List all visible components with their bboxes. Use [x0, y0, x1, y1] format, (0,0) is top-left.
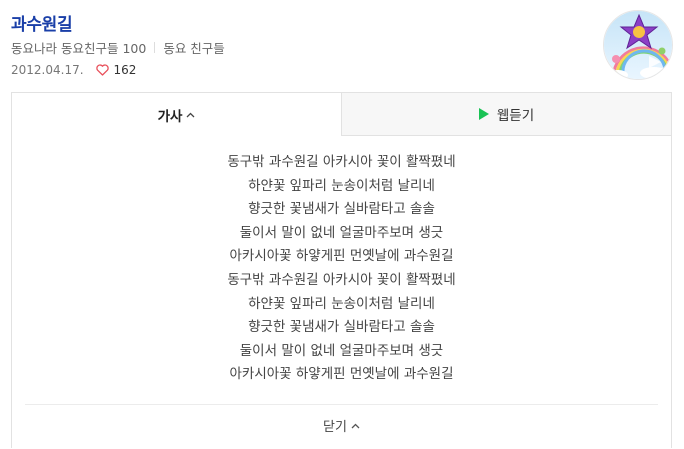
lyric-line: 둘이서 말이 없네 얼굴마주보며 생긋 — [239, 224, 444, 241]
lyrics-text: 동구밖 과수원길 아카시아 꽃이 활짝폈네 하얀꽃 잎파리 눈송이처럼 날리네 … — [12, 151, 671, 387]
artist-link[interactable]: 동요 친구들 — [163, 38, 224, 57]
lyric-line: 하얀꽃 잎파리 눈송이처럼 날리네 — [248, 295, 435, 312]
like-count: 162 — [113, 63, 137, 77]
lyric-line: 하얀꽃 잎파리 눈송이처럼 날리네 — [248, 177, 435, 194]
song-title[interactable]: 과수원길 — [11, 10, 73, 35]
tab-lyrics-label: 가사 — [157, 108, 183, 125]
album-link[interactable]: 동요나라 동요친구들 100 — [11, 38, 146, 57]
chevron-up-icon — [351, 423, 360, 429]
tab-bar: 가사 웹듣기 — [12, 93, 671, 136]
tab-web-listen-label: 웹듣기 — [496, 108, 535, 124]
lyric-line: 향긋한 꽃냄새가 실바람타고 솔솔 — [248, 319, 435, 336]
lyric-line: 향긋한 꽃냄새가 실바람타고 솔솔 — [248, 201, 435, 218]
heart-icon[interactable] — [95, 64, 109, 76]
tab-web-listen[interactable]: 웹듣기 — [341, 93, 671, 136]
song-card: 과수원길 동요나라 동요친구들 100 동요 친구들 2012.04.17. 1… — [0, 0, 684, 449]
close-label: 닫기 — [323, 420, 347, 435]
album-art-icon — [604, 11, 672, 79]
meta-divider — [154, 42, 156, 53]
song-stats: 2012.04.17. 162 — [11, 63, 136, 77]
lyric-line: 아카시아꽃 하얗게핀 먼옛날에 과수원길 — [229, 248, 454, 265]
album-thumbnail[interactable] — [603, 10, 673, 80]
close-button[interactable]: 닫기 — [12, 416, 671, 435]
panel-divider — [25, 404, 658, 405]
lyrics-panel: 가사 웹듣기 동구밖 과수원길 아카시아 꽃이 활짝폈네 하얀꽃 잎파리 눈송이… — [11, 92, 672, 448]
release-date: 2012.04.17. — [11, 63, 84, 77]
lyric-line: 아카시아꽃 하얗게핀 먼옛날에 과수원길 — [229, 366, 454, 383]
tab-lyrics[interactable]: 가사 — [12, 93, 341, 136]
lyric-line: 동구밖 과수원길 아카시아 꽃이 활짝폈네 — [227, 154, 456, 170]
lyric-line: 동구밖 과수원길 아카시아 꽃이 활짝폈네 — [227, 271, 456, 288]
chevron-up-icon — [186, 112, 195, 118]
lyric-line: 둘이서 말이 없네 얼굴마주보며 생긋 — [239, 342, 444, 359]
song-meta: 동요나라 동요친구들 100 동요 친구들 — [11, 38, 225, 57]
play-icon — [478, 108, 489, 120]
